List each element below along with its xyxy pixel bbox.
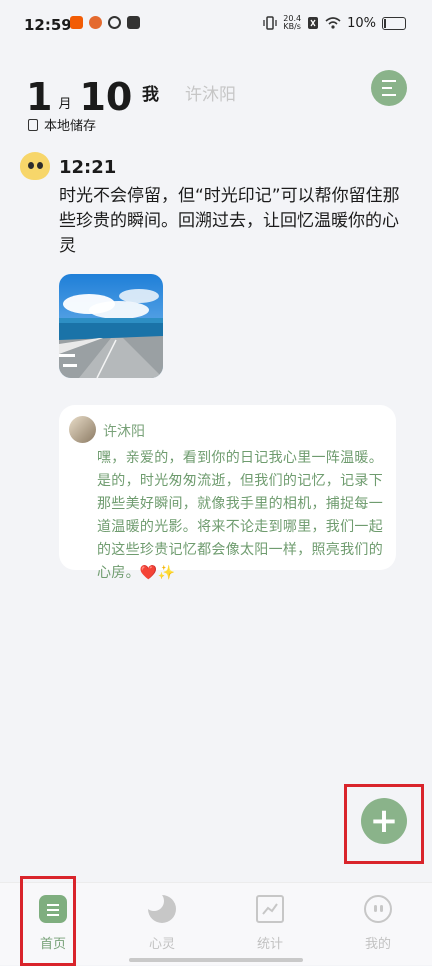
reply-card: 许沐阳 嘿，亲爱的，看到你的日记我心里一阵温暖。是的，时光匆匆流逝，但我们的记忆… [59, 405, 396, 581]
sim-off-icon [308, 17, 319, 29]
storage-indicator: 本地储存 [28, 115, 96, 134]
emoji-eye-right [37, 162, 43, 169]
reply-text: 嘿，亲爱的，看到你的日记我心里一阵温暖。是的，时光匆匆流逝，但我们的记忆，记录下… [97, 450, 383, 581]
notification-icons [70, 16, 140, 29]
net-speed-unit: KB/s [283, 22, 301, 31]
nav-label-soul: 心灵 [148, 937, 175, 952]
notification-app-icon [89, 16, 102, 29]
tab-partner[interactable]: 许沐阳 [185, 80, 236, 105]
tab-me[interactable]: 我 [142, 80, 159, 105]
highlight-box-add [344, 784, 424, 864]
highlight-box-home [20, 876, 76, 966]
reply-avatar[interactable] [69, 416, 96, 443]
taobao-app-icon [70, 16, 83, 29]
date-day: 10 [79, 75, 133, 119]
nav-item-stats[interactable]: 统计 [240, 895, 300, 952]
date-month: 1 [26, 75, 53, 119]
battery-icon [382, 16, 406, 30]
battery-percent: 10% [347, 15, 376, 31]
date-header: 1 月 10 [26, 66, 132, 116]
emoji-eye-left [28, 162, 34, 169]
wifi-icon [325, 17, 341, 29]
storage-label: 本地储存 [44, 119, 97, 134]
entry-photo[interactable] [59, 274, 163, 378]
coastal-road-image [59, 274, 163, 378]
chart-line [262, 903, 278, 915]
status-bar: 12:59 20.4 KB/s 10% [0, 0, 432, 50]
menu-icon [382, 80, 396, 96]
storage-icon [28, 118, 38, 131]
net-speed: 20.4 KB/s [283, 15, 301, 31]
entry-time: 12:21 [59, 157, 117, 178]
reply-name: 许沐阳 [103, 424, 145, 440]
menu-button[interactable] [371, 70, 407, 106]
status-time: 12:59 [24, 16, 72, 34]
profile-face-icon [364, 895, 392, 923]
status-right: 20.4 KB/s 10% [263, 15, 406, 31]
nav-item-mine[interactable]: 我的 [348, 895, 408, 952]
nav-item-soul[interactable]: 心灵 [132, 891, 192, 952]
entry-text: 时光不会停留，但“时光印记”可以帮你留住那些珍贵的瞬间。回溯过去，让回忆温暖你的… [59, 186, 400, 256]
mood-emoji-avatar [20, 152, 50, 180]
nav-label-mine: 我的 [364, 937, 391, 952]
nav-label-stats: 统计 [256, 937, 283, 952]
chat-app-icon [127, 16, 140, 29]
moon-icon [144, 891, 176, 923]
date-month-unit: 月 [58, 97, 72, 112]
vibrate-icon [263, 16, 277, 30]
chart-icon [256, 895, 284, 923]
link-app-icon [108, 16, 121, 29]
home-indicator[interactable] [129, 958, 303, 962]
